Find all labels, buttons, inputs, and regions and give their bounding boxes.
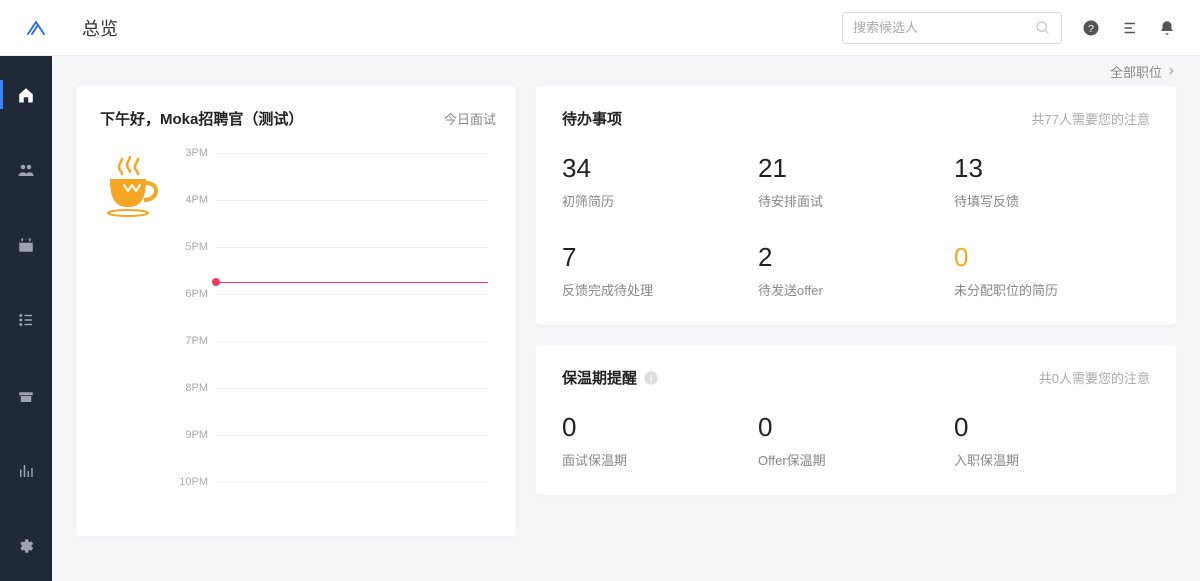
search-icon[interactable] [1035,20,1051,36]
greeting-text: 下午好，Moka招聘官（测试） [100,108,303,129]
stat-number: 0 [562,414,758,440]
nav-list[interactable] [0,306,52,335]
hour-line [216,200,488,201]
todo-title: 待办事项 [562,108,622,129]
nav-archive[interactable] [0,381,52,410]
hour-line [216,388,488,389]
coffee-cup-icon [100,147,170,517]
warm-note: 共0人需要您的注意 [1039,368,1150,387]
stat-number: 0 [954,244,1150,270]
stat-label: 未分配职位的简历 [954,280,1150,299]
hour-line [216,294,488,295]
hour-line [216,482,488,483]
warm-title: 保温期提醒 [562,367,637,388]
subheader: 全部职位 [52,56,1200,86]
app-logo[interactable] [16,16,56,40]
search-input[interactable] [853,20,1035,35]
nav-home[interactable] [0,80,52,109]
hour-label: 9PM [170,429,216,441]
search-box[interactable] [842,12,1062,44]
hour-row: 7PM [170,335,488,347]
now-bar [220,282,488,283]
hour-row: 6PM [170,288,488,300]
hour-label: 3PM [170,147,216,159]
page-title: 总览 [82,15,118,41]
stat-item[interactable]: 0 面试保温期 [562,414,758,469]
stat-label: 待发送offer [758,280,954,299]
stat-label: 入职保温期 [954,450,1150,469]
hour-label: 10PM [170,476,216,488]
hour-row: 3PM [170,147,488,159]
stat-item[interactable]: 13 待填写反馈 [954,155,1150,210]
hour-label: 7PM [170,335,216,347]
hour-row: 5PM [170,241,488,253]
stat-number: 2 [758,244,954,270]
stat-label: 面试保温期 [562,450,758,469]
task-list-icon[interactable] [1120,19,1138,37]
nav-calendar[interactable] [0,231,52,260]
nav-candidates[interactable] [0,155,52,184]
hour-label: 4PM [170,194,216,206]
hour-line [216,435,488,436]
all-positions-label: 全部职位 [1110,62,1162,81]
now-dot [212,278,220,286]
stat-label: Offer保温期 [758,450,954,469]
schedule-timeline[interactable]: 3PM 4PM 5PM 6PM 7PM 8PM 9PM 10PM [170,147,496,517]
svg-text:i: i [650,373,653,383]
hour-row: 9PM [170,429,488,441]
nav-analytics[interactable] [0,456,52,485]
hour-label: 8PM [170,382,216,394]
warm-card: 保温期提醒 i 共0人需要您的注意 0面试保温期0Offer保温期0入职保温期 [536,345,1176,495]
todo-card: 待办事项 共77人需要您的注意 34 初筛简历21 待安排面试13 待填写反馈 7 反馈完… [536,86,1176,325]
stat-number: 7 [562,244,758,270]
hour-label: 5PM [170,241,216,253]
stat-label: 待填写反馈 [954,191,1150,210]
svg-text:?: ? [1088,22,1094,34]
bell-icon[interactable] [1158,19,1176,37]
stat-item[interactable]: 0 未分配职位的简历 [954,244,1150,299]
stat-item[interactable]: 0 Offer保温期 [758,414,954,469]
greeting-schedule-card: 下午好，Moka招聘官（测试） 今日面试 3PM 4PM 5PM 6PM 7PM 8PM 9… [76,86,516,536]
chevron-right-icon [1166,66,1176,76]
stat-item[interactable]: 2 待发送offer [758,244,954,299]
stat-item[interactable]: 21 待安排面试 [758,155,954,210]
stat-number: 0 [758,414,954,440]
hour-label: 6PM [170,288,216,300]
stat-item[interactable]: 34 初筛简历 [562,155,758,210]
hour-line [216,341,488,342]
hour-line [216,247,488,248]
hour-row: 8PM [170,382,488,394]
stat-number: 34 [562,155,758,181]
current-time-indicator [216,278,488,286]
help-icon[interactable]: ? [1082,19,1100,37]
sidebar [0,56,52,581]
stat-label: 待安排面试 [758,191,954,210]
stat-label: 初筛简历 [562,191,758,210]
stat-label: 反馈完成待处理 [562,280,758,299]
stat-number: 13 [954,155,1150,181]
todo-note: 共77人需要您的注意 [1032,109,1150,128]
hour-row: 4PM [170,194,488,206]
hour-line [216,153,488,154]
stat-number: 0 [954,414,1150,440]
all-positions-link[interactable]: 全部职位 [1110,62,1176,81]
today-interview-link[interactable]: 今日面试 [444,109,496,128]
content-area: 全部职位 下午好，Moka招聘官（测试） 今日面试 [52,56,1200,581]
hour-row: 10PM [170,476,488,488]
stat-number: 21 [758,155,954,181]
stat-item[interactable]: 0 入职保温期 [954,414,1150,469]
info-icon[interactable]: i [643,370,659,386]
stat-item[interactable]: 7 反馈完成待处理 [562,244,758,299]
top-bar: 总览 ? [0,0,1200,56]
nav-settings[interactable] [0,532,52,561]
